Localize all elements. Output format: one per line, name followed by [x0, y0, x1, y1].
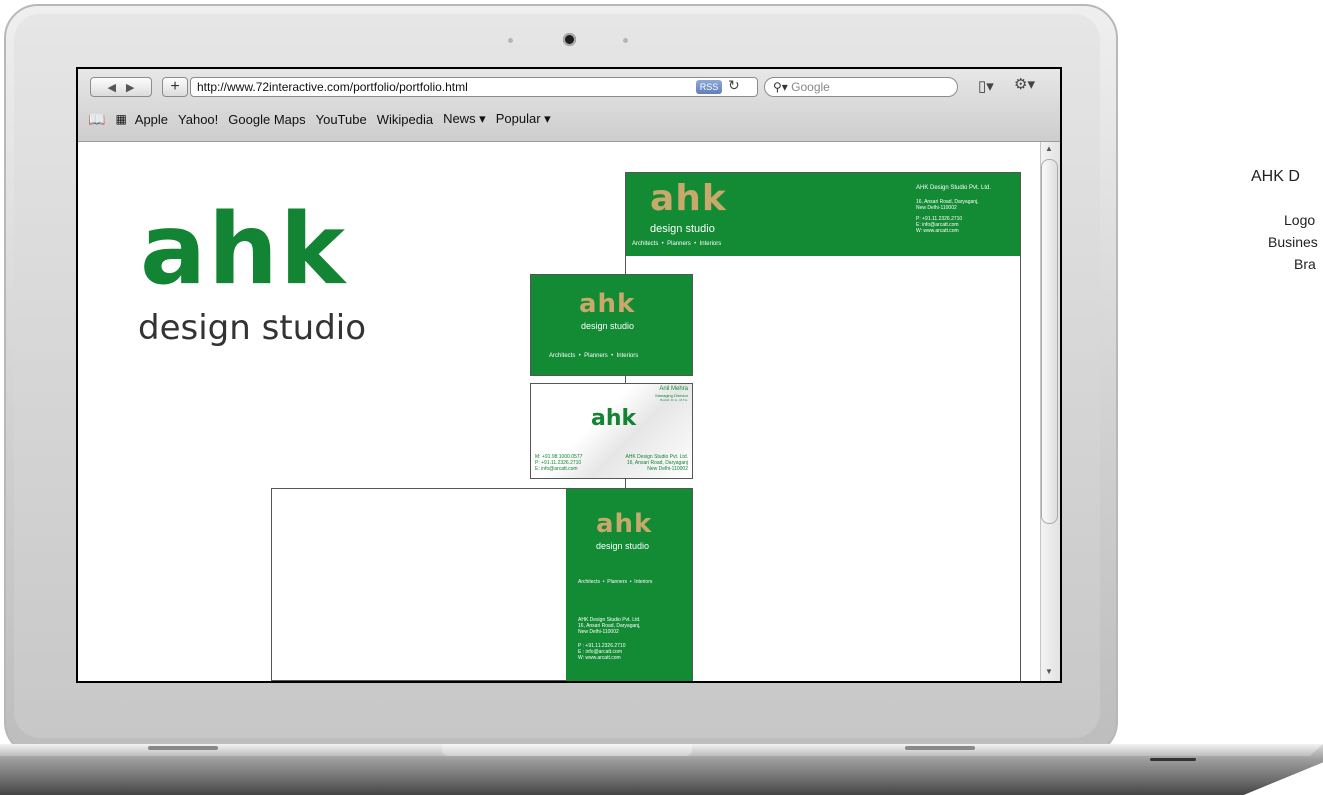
bookmark-yahoo[interactable]: Yahoo!: [178, 112, 218, 127]
business-card-front[interactable]: ahk design studio Architects • Planners …: [530, 274, 693, 376]
ahk-logo-tagline: design studio: [138, 308, 367, 348]
letterhead-services: Architects • Planners • Interiors: [632, 241, 722, 247]
letterhead-tagline: design studio: [650, 223, 715, 235]
camera: [563, 33, 576, 46]
bookmark-youtube[interactable]: YouTube: [316, 112, 367, 127]
envelope-flap: ahk design studio Architects • Planners …: [566, 489, 692, 681]
back-arrow-icon[interactable]: ◀: [108, 81, 116, 94]
letterhead-address2: New Delhi-110002: [916, 205, 957, 211]
plus-icon: +: [170, 78, 180, 95]
search-placeholder: Google: [791, 80, 830, 94]
bookmarks-bar: 📖 ▦ Apple Yahoo! Google Maps YouTube Wik…: [88, 109, 551, 129]
card-front-logo: ahk: [579, 289, 636, 319]
sensor-dot: [508, 38, 513, 43]
add-bookmark-button[interactable]: +: [162, 77, 188, 97]
top-sites-icon[interactable]: ▦: [115, 112, 126, 126]
scroll-up-icon[interactable]: ▲: [1045, 144, 1053, 153]
letterhead-company: AHK Design Studio Pvt. Ltd.: [916, 185, 992, 191]
search-field[interactable]: ⚲▾ Google: [764, 77, 958, 97]
reading-list-icon[interactable]: 📖: [88, 111, 105, 128]
sensor-dot: [623, 38, 628, 43]
reload-icon[interactable]: ↻: [728, 77, 740, 94]
card-back-name: Anil Mehra: [659, 386, 688, 392]
card-back-address2: New Delhi-110002: [647, 466, 688, 472]
search-icon: ⚲▾: [773, 80, 788, 94]
bookmark-news[interactable]: News ▾: [443, 111, 486, 127]
card-back-email: E: info@arcatt.com: [535, 466, 578, 472]
laptop-led: [1150, 758, 1196, 761]
rss-button[interactable]: RSS: [696, 80, 722, 94]
page-menu-icon[interactable]: ▯▾: [978, 77, 994, 95]
card-back-degree: B.Arch, F.I.A., M.T.A.: [660, 398, 688, 402]
business-card-back[interactable]: Anil Mehra Managing Director B.Arch, F.I…: [530, 383, 693, 479]
project-title: AHK D: [1251, 168, 1300, 185]
laptop-foot: [148, 746, 218, 750]
ahk-logo-wordmark: ahk: [140, 193, 348, 307]
back-forward-buttons[interactable]: ◀ ▶: [90, 77, 152, 97]
envelope-services: Architects • Planners • Interiors: [578, 579, 653, 585]
project-item-logo: Logo: [1284, 212, 1316, 228]
browser-window: ◀ ▶ + http://www.72interactive.com/portf…: [78, 69, 1060, 681]
card-front-services: Architects • Planners • Interiors: [549, 353, 639, 359]
envelope-tagline: design studio: [596, 541, 650, 551]
bookmark-wikipedia[interactable]: Wikipedia: [377, 112, 433, 127]
bookmark-popular[interactable]: Popular ▾: [496, 111, 551, 127]
letterhead-web: W: www.arcatt.com: [916, 228, 959, 234]
project-item-branding: Bra: [1294, 256, 1316, 272]
card-back-logo: ahk: [591, 406, 637, 431]
envelope-web: W: www.arcatt.com: [578, 655, 621, 661]
letterhead-header: ahk design studio Architects • Planners …: [626, 173, 1020, 256]
scrollbar-thumb[interactable]: [1041, 159, 1058, 524]
laptop-hinge-notch: [442, 744, 692, 756]
gear-menu-icon[interactable]: ⚙▾: [1014, 75, 1035, 93]
scroll-down-icon[interactable]: ▼: [1045, 667, 1053, 676]
card-front-tagline: design studio: [581, 321, 635, 331]
browser-toolbar: ◀ ▶ + http://www.72interactive.com/portf…: [78, 69, 1060, 142]
page-content: ahk design studio ahk design studio Arch…: [78, 142, 1040, 681]
forward-arrow-icon[interactable]: ▶: [126, 81, 134, 94]
bookmark-google-maps[interactable]: Google Maps: [228, 112, 305, 127]
envelope-address2: New Delhi-110002: [578, 629, 619, 635]
letterhead-logo: ahk: [650, 178, 727, 219]
project-item-business: Busines: [1268, 234, 1318, 250]
bookmark-apple[interactable]: Apple: [135, 112, 168, 127]
laptop-foot: [905, 746, 975, 750]
address-bar[interactable]: http://www.72interactive.com/portfolio/p…: [190, 77, 758, 97]
envelope-logo: ahk: [596, 509, 653, 539]
